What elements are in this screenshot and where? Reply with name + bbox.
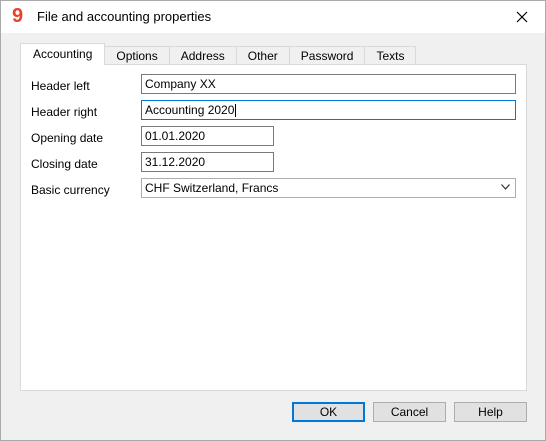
title-bar: 9 File and accounting properties <box>1 1 545 33</box>
basic-currency-select[interactable]: CHF Switzerland, Francs <box>141 178 516 198</box>
text-caret <box>235 104 237 118</box>
closing-date-value: 31.12.2020 <box>145 155 206 169</box>
header-right-label: Header right <box>31 105 98 119</box>
basic-currency-value: CHF Switzerland, Francs <box>145 181 279 195</box>
header-left-value: Company XX <box>145 77 216 91</box>
tab-password[interactable]: Password <box>288 46 366 65</box>
opening-date-field[interactable]: 01.01.2020 <box>141 126 274 146</box>
ok-button[interactable]: OK <box>292 402 365 422</box>
tab-address[interactable]: Address <box>168 46 237 65</box>
app-logo-icon: 9 <box>11 4 29 27</box>
close-button[interactable] <box>499 1 545 33</box>
cancel-button[interactable]: Cancel <box>373 402 446 422</box>
close-icon <box>516 11 528 23</box>
help-button[interactable]: Help <box>454 402 527 422</box>
header-right-value: Accounting 2020 <box>145 103 235 117</box>
tab-accounting[interactable]: Accounting <box>20 43 106 65</box>
tab-other[interactable]: Other <box>235 46 290 65</box>
header-left-label: Header left <box>31 79 90 93</box>
tab-texts[interactable]: Texts <box>364 46 417 65</box>
dialog-window: 9 File and accounting properties Account… <box>0 0 546 441</box>
tab-bar: Accounting Options Address Other Passwor… <box>20 43 417 65</box>
app-logo-glyph: 9 <box>12 5 23 26</box>
tab-options[interactable]: Options <box>104 46 170 65</box>
window-title: File and accounting properties <box>37 9 212 24</box>
header-right-field[interactable]: Accounting 2020 <box>141 100 516 120</box>
opening-date-value: 01.01.2020 <box>145 129 206 143</box>
closing-date-field[interactable]: 31.12.2020 <box>141 152 274 172</box>
opening-date-label: Opening date <box>31 131 104 145</box>
chevron-down-icon <box>501 184 510 190</box>
closing-date-label: Closing date <box>31 157 98 171</box>
basic-currency-label: Basic currency <box>31 183 110 197</box>
accounting-panel: Header left Company XX Header right Acco… <box>20 64 527 391</box>
header-left-field[interactable]: Company XX <box>141 74 516 94</box>
